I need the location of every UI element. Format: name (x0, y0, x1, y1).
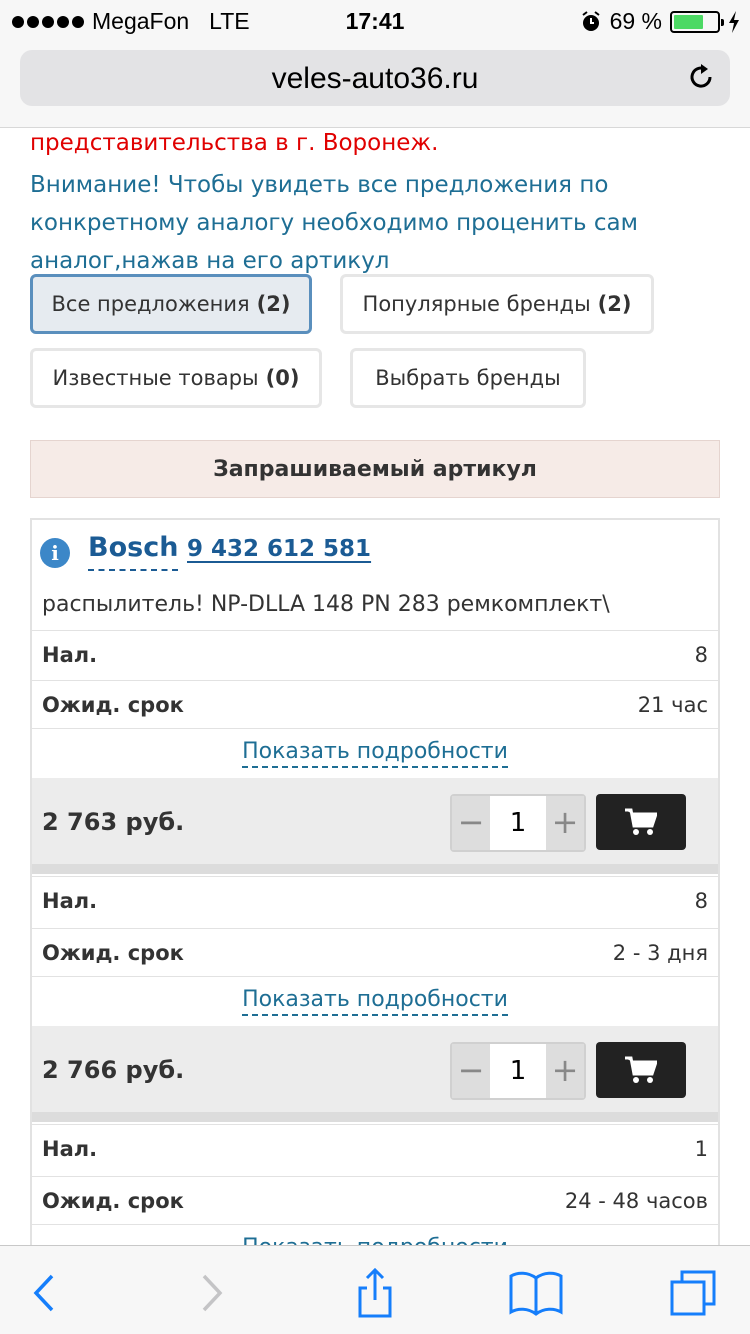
add-to-cart-button[interactable] (596, 1042, 686, 1098)
share-icon[interactable] (350, 1268, 400, 1318)
status-bar: MegaFon LTE 17:41 69 % (0, 0, 750, 40)
filter-label: Все предложения (51, 292, 250, 316)
show-details-link[interactable]: Показать подробности (242, 987, 508, 1016)
availability-value: 8 (694, 889, 708, 913)
price: 2 763 руб. (42, 808, 185, 836)
notice-blue-text: Внимание! Чтобы увидеть все предложения … (30, 172, 638, 274)
availability-row: Нал. 8 (32, 876, 718, 926)
term-label: Ожид. срок (42, 941, 184, 965)
details-row: Показать подробности (32, 976, 718, 1026)
filter-select-brands-button[interactable]: Выбрать бренды (350, 348, 586, 408)
filter-count: (2) (256, 292, 291, 316)
browser-toolbar (0, 1245, 750, 1334)
battery-percent: 69 % (609, 8, 662, 34)
decrease-button[interactable]: − (452, 796, 490, 850)
forward-icon[interactable] (186, 1268, 236, 1318)
quantity-stepper: − 1 + (450, 794, 586, 852)
filter-label: Популярные бренды (362, 292, 591, 316)
requested-article-header: Запрашиваемый артикул (30, 440, 720, 498)
address-bar[interactable]: veles-auto36.ru (20, 50, 730, 106)
brand-link[interactable]: Bosch (88, 532, 179, 571)
price-row: 2 763 руб. − 1 + (32, 778, 718, 864)
term-row: Ожид. срок 2 - 3 дня (32, 928, 718, 978)
decrease-button[interactable]: − (452, 1044, 490, 1098)
term-row: Ожид. срок 21 час (32, 680, 718, 730)
cart-icon (625, 808, 657, 835)
filter-popular-brands-button[interactable]: Популярные бренды (2) (340, 274, 654, 334)
availability-label: Нал. (42, 889, 98, 913)
bookmarks-icon[interactable] (508, 1268, 564, 1318)
term-label: Ожид. срок (42, 1189, 184, 1213)
availability-value: 1 (694, 1137, 708, 1161)
product-header: i Bosch 9 432 612 581 распылитель! NP-DL… (32, 520, 718, 640)
filter-count: (0) (265, 366, 300, 390)
article-link[interactable]: 9 432 612 581 (187, 536, 371, 562)
availability-row: Нал. 1 (32, 1124, 718, 1174)
browser-address-area: veles-auto36.ru (0, 40, 750, 128)
filter-label: Известные товары (52, 366, 259, 390)
show-details-link[interactable]: Показать подробности (242, 1235, 508, 1245)
alarm-icon (581, 10, 600, 31)
charging-icon (729, 10, 739, 33)
cart-icon (625, 1056, 657, 1083)
back-icon[interactable] (20, 1268, 70, 1318)
add-to-cart-button[interactable] (596, 794, 686, 850)
quantity-stepper: − 1 + (450, 1042, 586, 1100)
filter-label: Выбрать бренды (375, 366, 561, 390)
quantity-input[interactable]: 1 (490, 796, 546, 850)
info-icon[interactable]: i (40, 538, 70, 568)
term-value: 21 час (637, 693, 708, 717)
term-value: 2 - 3 дня (612, 941, 708, 965)
filter-all-offers-button[interactable]: Все предложения (2) (30, 274, 312, 334)
battery-icon (670, 10, 724, 33)
product-description: распылитель! NP-DLLA 148 PN 283 ремкомпл… (42, 592, 610, 617)
price-row: 2 766 руб. − 1 + (32, 1026, 718, 1112)
quantity-input[interactable]: 1 (490, 1044, 546, 1098)
filter-count: (2) (597, 292, 632, 316)
increase-button[interactable]: + (546, 796, 584, 850)
tabs-icon[interactable] (668, 1268, 718, 1318)
term-value: 24 - 48 часов (564, 1189, 708, 1213)
reload-icon[interactable] (686, 62, 716, 92)
details-row: Показать подробности (32, 1224, 718, 1245)
details-row: Показать подробности (32, 728, 718, 778)
url-text[interactable]: veles-auto36.ru (20, 62, 730, 96)
page-content: представительства в г. Воронеж. Внимание… (0, 128, 750, 1245)
term-row: Ожид. срок 24 - 48 часов (32, 1176, 718, 1226)
availability-value: 8 (694, 643, 708, 667)
product-card: i Bosch 9 432 612 581 распылитель! NP-DL… (30, 518, 720, 1245)
status-right: 69 % (580, 8, 740, 35)
notice-red-text: представительства в г. Воронеж. (30, 130, 439, 156)
availability-row: Нал. 8 (32, 630, 718, 680)
term-label: Ожид. срок (42, 693, 184, 717)
availability-label: Нал. (42, 643, 98, 667)
offer-separator (32, 1112, 718, 1122)
show-details-link[interactable]: Показать подробности (242, 739, 508, 768)
offer-separator (32, 864, 718, 874)
availability-label: Нал. (42, 1137, 98, 1161)
filter-known-goods-button[interactable]: Известные товары (0) (30, 348, 322, 408)
price: 2 766 руб. (42, 1056, 185, 1084)
increase-button[interactable]: + (546, 1044, 584, 1098)
